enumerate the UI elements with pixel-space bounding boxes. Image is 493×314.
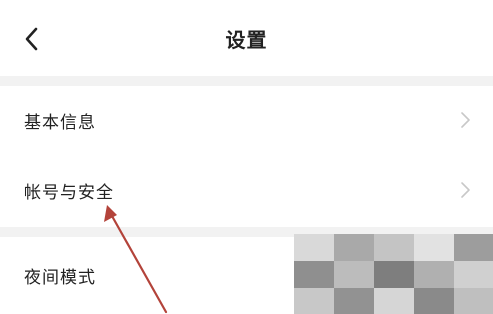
pixel-block [294,288,334,314]
pixel-block [294,234,334,261]
section-divider [0,76,493,86]
pixel-block [374,234,414,261]
chevron-right-icon [461,112,470,128]
pixel-block [294,261,334,288]
settings-item-label: 帐号与安全 [24,183,114,203]
page-title: 设置 [225,28,268,52]
pixel-block [414,234,454,261]
chevron-right-icon [461,182,470,198]
pixelated-overlay [294,234,493,314]
pixel-block [374,261,414,288]
settings-item-account-security[interactable]: 帐号与安全 [0,156,493,226]
settings-item-label: 基本信息 [24,113,96,133]
top-bar: 设置 [0,0,493,76]
pixel-block [334,261,374,288]
pixel-block [414,288,454,314]
settings-screen: 设置 基本信息 帐号与安全 夜间模式 [0,0,493,314]
pixel-block [414,261,454,288]
pixel-block [454,261,493,288]
settings-item-basic-info[interactable]: 基本信息 [0,86,493,156]
pixel-block [454,234,493,261]
pixel-block [374,288,414,314]
settings-item-label: 夜间模式 [24,268,96,288]
pixel-block [334,288,374,314]
pixel-block [454,288,493,314]
pixel-block [334,234,374,261]
